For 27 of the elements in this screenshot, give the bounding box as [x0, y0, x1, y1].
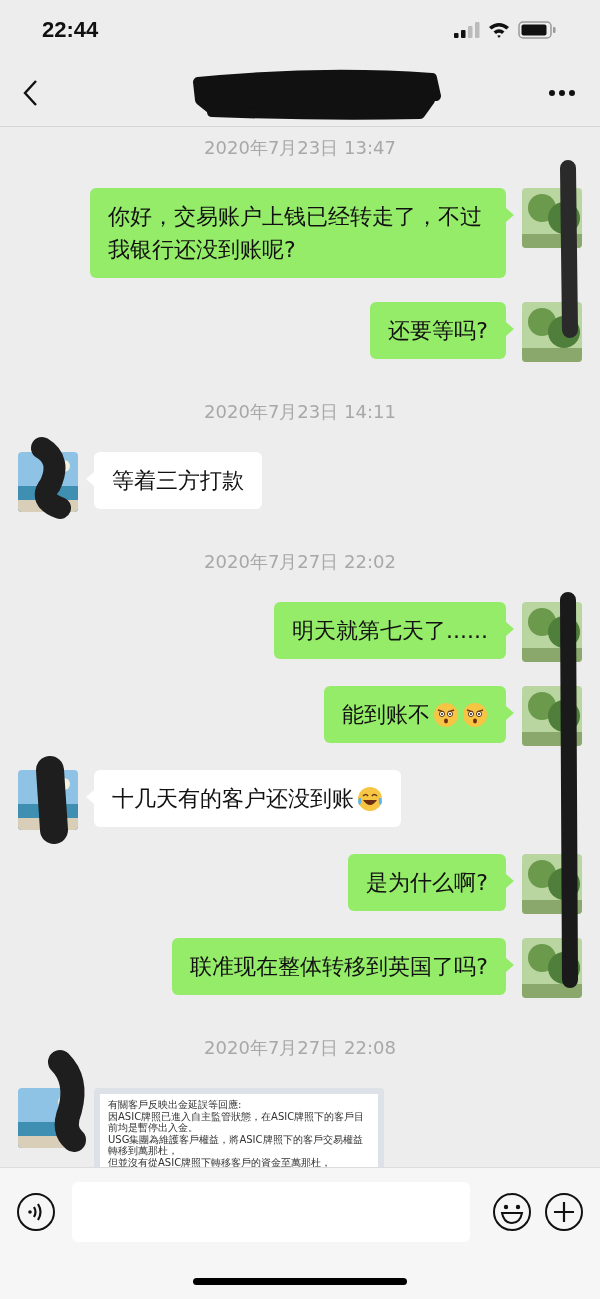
bubble-tail [506, 208, 514, 222]
more-icon[interactable] [548, 89, 576, 97]
bubble-tail [506, 322, 514, 336]
message-timestamp: 2020年7月23日 13:47 [204, 136, 396, 160]
document-line: USG集團為維護客戶權益，將ASIC牌照下的客戶交易權益轉移到萬那杜， [108, 1133, 364, 1157]
bubble-tail [506, 706, 514, 720]
laughing-face-icon [357, 785, 383, 812]
wifi-icon [488, 22, 510, 38]
document-line: 因ASIC牌照已進入自主監管狀態，在ASIC牌照下的客戶目前均是暫停出入金。 [108, 1110, 366, 1134]
document-line: 有關客戶反映出金延誤等回應: [108, 1099, 243, 1111]
astonished-face-icon [433, 701, 459, 728]
message-timestamp: 2020年7月27日 22:08 [204, 1036, 396, 1060]
back-icon[interactable] [22, 79, 38, 107]
bubble-tail [506, 958, 514, 972]
document-line: 但並沒有從ASIC牌照下轉移客戶的資金至萬那杜， [108, 1156, 333, 1167]
signal-icon [454, 22, 480, 38]
smiley-icon[interactable] [492, 1192, 532, 1232]
image-message[interactable]: 有關客戶反映出金延誤等回應: 因ASIC牌照已進入自主監管狀態，在ASIC牌照下的客戶目前均是暫停出入金。 USG集團為維護客戶權益，將ASIC牌照下的客戶交易權益轉移到萬那杜， 但並沒有從ASIC牌照下轉移客戶的資金至萬那杜， [94, 1088, 384, 1167]
voice-icon[interactable] [16, 1192, 56, 1232]
message-timestamp: 2020年7月23日 14:11 [204, 400, 396, 424]
message-timestamp: 2020年7月27日 22:02 [204, 550, 396, 574]
battery-icon [518, 21, 556, 39]
bubble-tail [506, 874, 514, 888]
status-time: 22:44 [42, 17, 99, 43]
plus-icon[interactable] [544, 1192, 584, 1232]
bubble-tail [506, 622, 514, 636]
astonished-face-icon [462, 701, 488, 728]
